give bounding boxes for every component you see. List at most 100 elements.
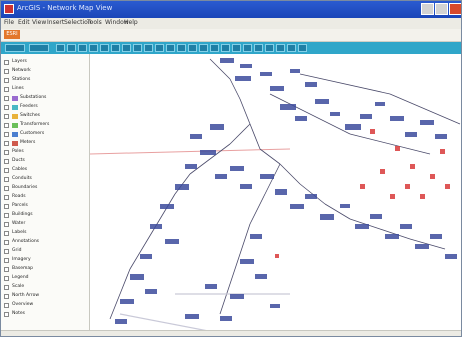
network-node[interactable]: [190, 134, 202, 139]
network-node[interactable]: [360, 114, 372, 119]
toolbar-button[interactable]: [89, 44, 98, 52]
alarm-node[interactable]: [380, 169, 385, 174]
network-node[interactable]: [435, 134, 447, 139]
layer-checkbox[interactable]: [4, 177, 9, 182]
alarm-node[interactable]: [430, 174, 435, 179]
toolbar-button[interactable]: [122, 44, 131, 52]
network-node[interactable]: [280, 104, 296, 110]
network-node[interactable]: [290, 69, 300, 73]
menu-item[interactable]: Help: [124, 19, 138, 26]
toolbar-button[interactable]: [133, 44, 142, 52]
network-node[interactable]: [355, 224, 369, 229]
network-node[interactable]: [145, 289, 157, 294]
menu-item[interactable]: View: [32, 19, 46, 26]
toolbar-button[interactable]: [111, 44, 120, 52]
network-node[interactable]: [175, 184, 189, 190]
network-node[interactable]: [230, 294, 244, 299]
network-node[interactable]: [205, 284, 217, 289]
layer-checkbox[interactable]: [4, 213, 9, 218]
layer-checkbox[interactable]: [4, 285, 9, 290]
network-node[interactable]: [315, 99, 329, 104]
alarm-node[interactable]: [410, 164, 415, 169]
layer-checkbox[interactable]: [4, 159, 9, 164]
toolbar-button[interactable]: [199, 44, 208, 52]
network-node[interactable]: [345, 124, 361, 130]
network-node[interactable]: [260, 174, 274, 179]
layer-checkbox[interactable]: [4, 141, 9, 146]
layer-checkbox[interactable]: [4, 231, 9, 236]
network-node[interactable]: [385, 234, 399, 239]
network-node[interactable]: [260, 72, 272, 76]
network-node[interactable]: [270, 86, 284, 91]
network-node[interactable]: [430, 234, 442, 239]
toolbar-button[interactable]: [100, 44, 109, 52]
toolbar-button[interactable]: [254, 44, 263, 52]
network-node[interactable]: [370, 214, 382, 219]
network-node[interactable]: [305, 194, 317, 199]
toolbar-button[interactable]: [188, 44, 197, 52]
toolbar-button[interactable]: [177, 44, 186, 52]
title-bar[interactable]: ArcGIS - Network Map View: [1, 1, 461, 18]
menu-item[interactable]: Insert: [47, 19, 64, 26]
network-node[interactable]: [305, 82, 317, 87]
alarm-node[interactable]: [390, 194, 395, 199]
layer-checkbox[interactable]: [4, 114, 9, 119]
network-node[interactable]: [120, 299, 134, 304]
layer-checkbox[interactable]: [4, 168, 9, 173]
alarm-node[interactable]: [440, 149, 445, 154]
alarm-node[interactable]: [370, 129, 375, 134]
network-node[interactable]: [375, 102, 385, 106]
network-node[interactable]: [150, 224, 162, 229]
network-node[interactable]: [295, 116, 307, 121]
network-node[interactable]: [215, 174, 227, 179]
network-node[interactable]: [445, 254, 457, 259]
close-button[interactable]: [449, 3, 461, 15]
network-node[interactable]: [390, 116, 404, 121]
layer-checkbox[interactable]: [4, 123, 9, 128]
layer-checkbox[interactable]: [4, 312, 9, 317]
alarm-node[interactable]: [275, 254, 279, 258]
toolbar-button[interactable]: [265, 44, 274, 52]
toolbar-button[interactable]: [29, 44, 49, 52]
network-node[interactable]: [200, 150, 216, 155]
alarm-node[interactable]: [420, 194, 425, 199]
layer-checkbox[interactable]: [4, 69, 9, 74]
network-node[interactable]: [160, 204, 174, 209]
alarm-node[interactable]: [360, 184, 365, 189]
toolbar-button[interactable]: [221, 44, 230, 52]
network-node[interactable]: [340, 204, 350, 208]
toolbar-button[interactable]: [243, 44, 252, 52]
toolbar-button[interactable]: [144, 44, 153, 52]
layer-checkbox[interactable]: [4, 303, 9, 308]
toolbar-button[interactable]: [298, 44, 307, 52]
network-node[interactable]: [185, 314, 199, 319]
network-node[interactable]: [230, 166, 244, 171]
network-node[interactable]: [165, 239, 179, 244]
layer-checkbox[interactable]: [4, 267, 9, 272]
alarm-node[interactable]: [395, 146, 400, 151]
network-node[interactable]: [320, 214, 334, 220]
layer-checkbox[interactable]: [4, 249, 9, 254]
network-node[interactable]: [290, 204, 304, 209]
network-node[interactable]: [210, 124, 224, 130]
network-node[interactable]: [275, 189, 287, 195]
layer-checkbox[interactable]: [4, 258, 9, 263]
alarm-node[interactable]: [445, 184, 450, 189]
network-node[interactable]: [115, 319, 127, 324]
layer-checkbox[interactable]: [4, 222, 9, 227]
network-node[interactable]: [400, 224, 412, 229]
layer-checkbox[interactable]: [4, 60, 9, 65]
layer-checkbox[interactable]: [4, 276, 9, 281]
network-node[interactable]: [220, 316, 232, 321]
layer-checkbox[interactable]: [4, 96, 9, 101]
layer-checkbox[interactable]: [4, 204, 9, 209]
network-node[interactable]: [250, 234, 262, 239]
network-node[interactable]: [415, 244, 429, 249]
network-node[interactable]: [240, 64, 252, 68]
network-node[interactable]: [405, 132, 417, 137]
layer-checkbox[interactable]: [4, 87, 9, 92]
network-node[interactable]: [235, 76, 251, 81]
network-node[interactable]: [240, 259, 254, 264]
toolbar-button[interactable]: [78, 44, 87, 52]
network-map[interactable]: [90, 54, 462, 330]
